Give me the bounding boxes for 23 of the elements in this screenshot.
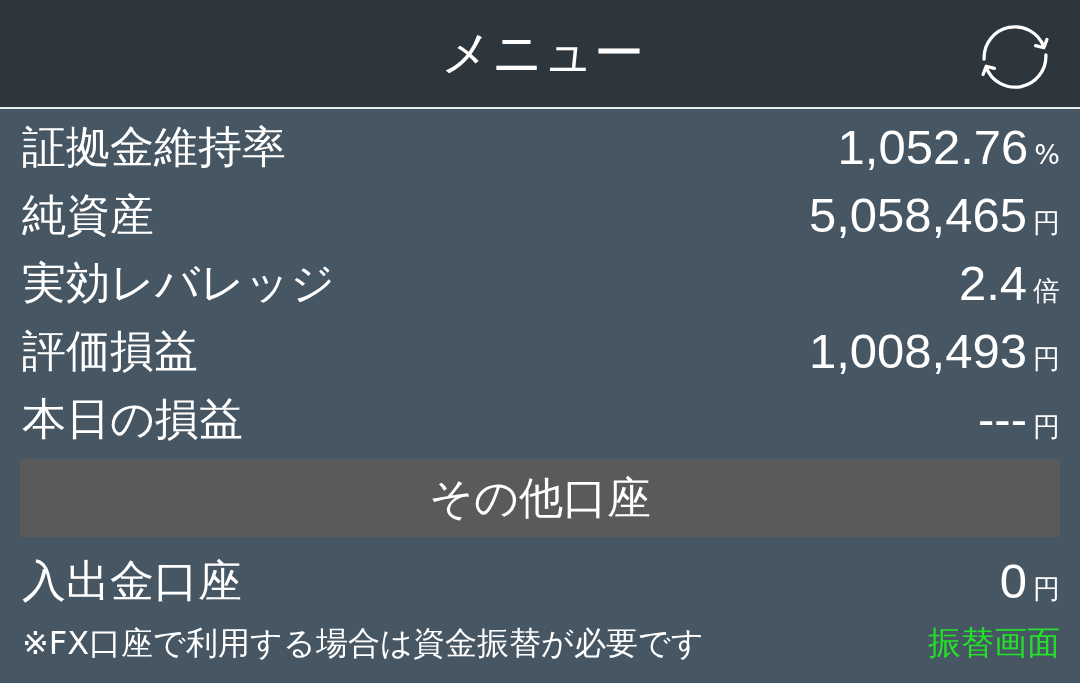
unit-text: 円 — [1033, 410, 1060, 442]
refresh-icon[interactable] — [980, 22, 1050, 92]
unit-text: 円 — [1033, 572, 1060, 604]
value-text: 2.4 — [958, 254, 1027, 312]
row-label: 評価損益 — [22, 325, 198, 377]
row-label: 入出金口座 — [22, 555, 242, 607]
unit-text: % — [1034, 138, 1060, 170]
value-text: --- — [978, 390, 1027, 448]
transfer-link[interactable]: 振替画面 — [928, 623, 1060, 663]
row-label: 純資産 — [22, 189, 154, 241]
screen-title: メニュー — [440, 26, 644, 81]
row-label: 証拠金維持率 — [22, 121, 286, 173]
unit-text: 円 — [1033, 342, 1060, 374]
note-text: ※FX口座で利用する場合は資金振替が必要です — [22, 623, 705, 663]
value-text: 5,058,465 — [809, 186, 1027, 244]
row-label: 実効レバレッジ — [22, 257, 335, 309]
value-text: 0 — [999, 552, 1027, 610]
row-label: 本日の損益 — [22, 393, 243, 445]
section-header: その他口座 — [20, 459, 1060, 537]
value-text: 1,008,493 — [809, 322, 1027, 380]
value-text: 1,052.76 — [837, 118, 1029, 176]
unit-text: 倍 — [1033, 274, 1060, 306]
unit-text: 円 — [1033, 206, 1060, 238]
